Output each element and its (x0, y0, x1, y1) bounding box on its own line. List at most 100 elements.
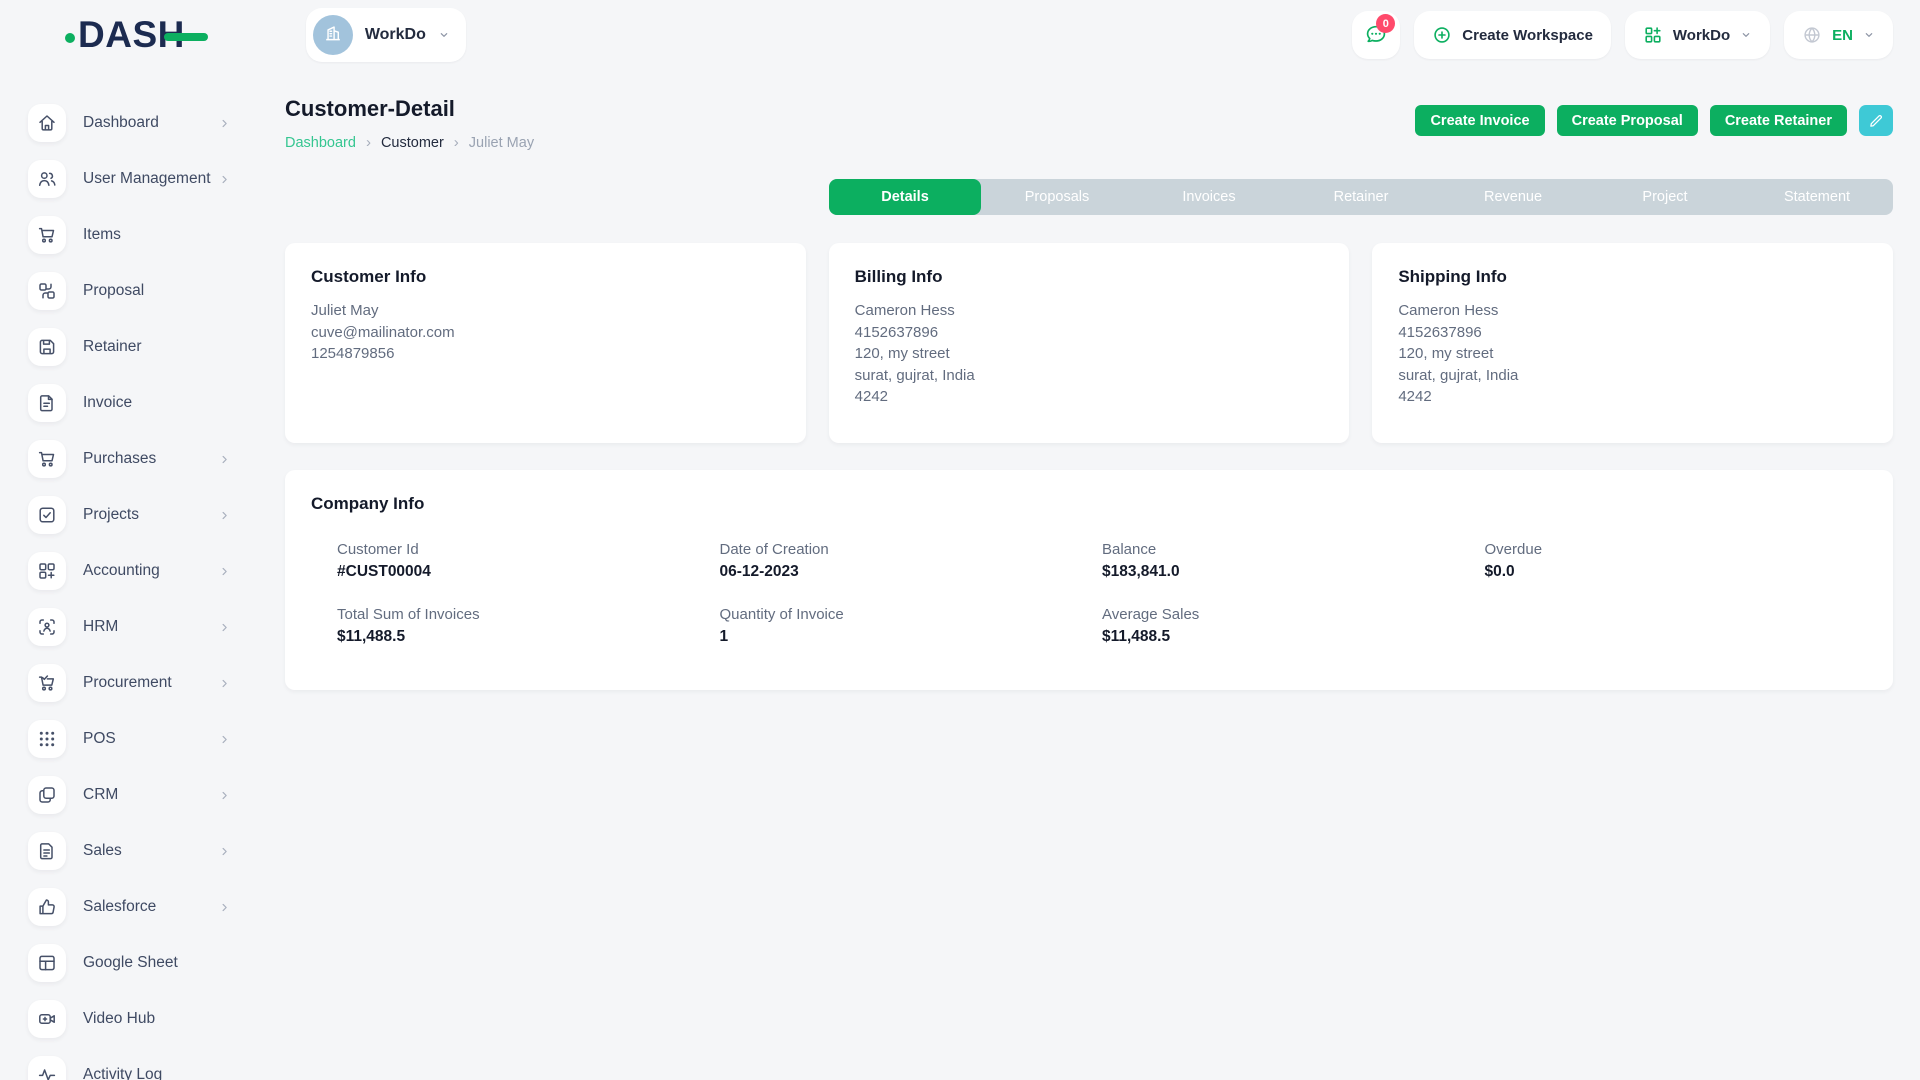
chevron-right-icon (219, 846, 230, 857)
sidebar-item-label: Invoice (83, 394, 132, 412)
info-line: surat, gujrat, India (855, 365, 1324, 387)
field-label: Balance (1102, 541, 1485, 558)
tab-retainer[interactable]: Retainer (1285, 179, 1437, 215)
app-switcher-label: WorkDo (1673, 27, 1730, 44)
chevron-right-icon (219, 118, 230, 129)
sidebar-item-icon-box (28, 216, 66, 254)
sidebar-item-activity-log[interactable]: Activity Log (0, 1047, 260, 1080)
sidebar-item-retainer[interactable]: Retainer (0, 319, 260, 375)
page-title: Customer-Detail (285, 96, 534, 122)
company-info-card: Company Info Customer Id #CUST00004 Date… (285, 470, 1893, 690)
sidebar-item-pos[interactable]: POS (0, 711, 260, 767)
company-field: Overdue $0.0 (1485, 541, 1868, 581)
breadcrumb-separator: › (454, 134, 459, 151)
messages-badge: 0 (1376, 14, 1395, 33)
create-proposal-button[interactable]: Create Proposal (1557, 105, 1698, 136)
tab-statement[interactable]: Statement (1741, 179, 1893, 215)
hrm-icon (37, 617, 57, 637)
sidebar-item-projects[interactable]: Projects (0, 487, 260, 543)
pos-icon (37, 729, 57, 749)
tab-project[interactable]: Project (1589, 179, 1741, 215)
sidebar-item-items[interactable]: Items (0, 207, 260, 263)
card-body: Cameron Hess4152637896120, my streetsura… (1398, 300, 1867, 408)
sidebar-item-proposal[interactable]: Proposal (0, 263, 260, 319)
sidebar-item-purchases[interactable]: Purchases (0, 431, 260, 487)
card-title: Company Info (311, 494, 1867, 514)
create-workspace-button[interactable]: Create Workspace (1414, 11, 1611, 59)
edit-customer-button[interactable] (1859, 105, 1893, 136)
company-field: Total Sum of Invoices $11,488.5 (337, 606, 720, 646)
dash-logo[interactable]: DASH (65, 14, 208, 56)
sidebar: Dashboard User Management Items Proposal… (0, 70, 260, 1080)
sidebar-item-icon-box (28, 720, 66, 758)
breadcrumb-dashboard[interactable]: Dashboard (285, 135, 356, 151)
card-body: Juliet Maycuve@mailinator.com1254879856 (311, 300, 780, 365)
card-body: Cameron Hess4152637896120, my streetsura… (855, 300, 1324, 408)
tab-invoices[interactable]: Invoices (1133, 179, 1285, 215)
google-sheet-icon (37, 953, 57, 973)
info-line: surat, gujrat, India (1398, 365, 1867, 387)
sidebar-item-icon-box (28, 160, 66, 198)
create-retainer-button[interactable]: Create Retainer (1710, 105, 1847, 136)
sidebar-item-invoice[interactable]: Invoice (0, 375, 260, 431)
page-header: Customer-Detail Dashboard › Customer › J… (285, 96, 1893, 151)
tab-details[interactable]: Details (829, 179, 981, 215)
language-label: EN (1832, 27, 1853, 44)
accounting-icon (37, 561, 57, 581)
chevron-right-icon (219, 510, 230, 521)
chevron-down-icon (1863, 29, 1875, 41)
create-invoice-button[interactable]: Create Invoice (1415, 105, 1544, 136)
sidebar-item-user-management[interactable]: User Management (0, 151, 260, 207)
sidebar-item-hrm[interactable]: HRM (0, 599, 260, 655)
activity-log-icon (37, 1065, 57, 1080)
info-cards-row: Customer Info Juliet Maycuve@mailinator.… (285, 243, 1893, 443)
sidebar-item-icon-box (28, 496, 66, 534)
app-switcher-button[interactable]: WorkDo (1625, 11, 1770, 59)
messages-button[interactable]: 0 (1352, 11, 1400, 59)
workspace-label: WorkDo (365, 26, 426, 44)
tab-revenue[interactable]: Revenue (1437, 179, 1589, 215)
sidebar-item-dashboard[interactable]: Dashboard (0, 95, 260, 151)
sidebar-item-procurement[interactable]: Procurement (0, 655, 260, 711)
sidebar-item-google-sheet[interactable]: Google Sheet (0, 935, 260, 991)
sidebar-item-salesforce[interactable]: Salesforce (0, 879, 260, 935)
sidebar-item-label: Procurement (83, 674, 172, 692)
crm-icon (37, 785, 57, 805)
sidebar-item-accounting[interactable]: Accounting (0, 543, 260, 599)
sidebar-item-sales[interactable]: Sales (0, 823, 260, 879)
sidebar-item-label: Salesforce (83, 898, 156, 916)
sidebar-item-video-hub[interactable]: Video Hub (0, 991, 260, 1047)
sidebar-item-crm[interactable]: CRM (0, 767, 260, 823)
sidebar-item-icon-box (28, 776, 66, 814)
top-header: DASH WorkDo 0 Create Workspace WorkDo (0, 0, 1920, 70)
field-value: 1 (720, 628, 1103, 646)
company-field: Balance $183,841.0 (1102, 541, 1485, 581)
sidebar-item-icon-box (28, 272, 66, 310)
home-icon (37, 113, 57, 133)
breadcrumb-customer[interactable]: Customer (381, 135, 444, 151)
chevron-right-icon (219, 566, 230, 577)
field-value: $0.0 (1485, 563, 1868, 581)
sidebar-item-icon-box (28, 832, 66, 870)
app-root: DASH WorkDo 0 Create Workspace WorkDo (0, 0, 1920, 1080)
sidebar-item-icon-box (28, 1000, 66, 1038)
header-left: DASH WorkDo (65, 8, 466, 62)
sidebar-item-label: Sales (83, 842, 122, 860)
field-label: Total Sum of Invoices (337, 606, 720, 623)
language-selector[interactable]: EN (1784, 11, 1893, 59)
workspace-selector[interactable]: WorkDo (306, 8, 466, 62)
info-line: 1254879856 (311, 343, 780, 365)
field-label: Date of Creation (720, 541, 1103, 558)
logo-dot (65, 33, 75, 43)
sidebar-item-label: Video Hub (83, 1010, 155, 1028)
chevron-right-icon (219, 790, 230, 801)
pencil-icon (1868, 113, 1884, 129)
sidebar-item-icon-box (28, 328, 66, 366)
sidebar-item-icon-box (28, 384, 66, 422)
field-value: $11,488.5 (337, 628, 720, 646)
create-workspace-label: Create Workspace (1462, 27, 1593, 44)
tab-proposals[interactable]: Proposals (981, 179, 1133, 215)
company-field: Date of Creation 06-12-2023 (720, 541, 1103, 581)
card-title: Billing Info (855, 267, 1324, 287)
sidebar-item-icon-box (28, 608, 66, 646)
